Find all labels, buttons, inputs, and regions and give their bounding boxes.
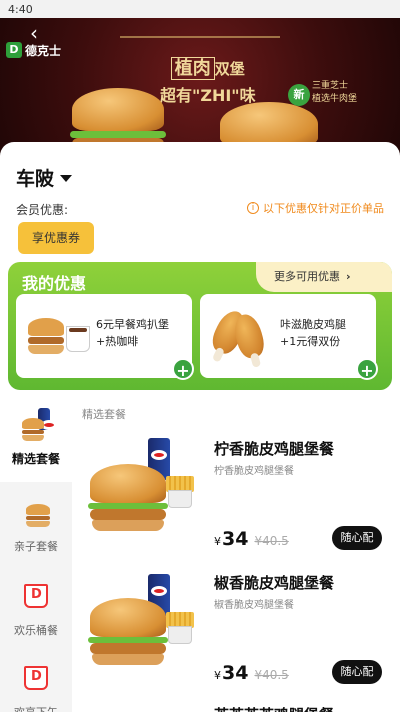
coupon-line: 咔滋脆皮鸡腿 — [280, 318, 346, 331]
badge-line: 三重芝士 — [312, 81, 349, 91]
meal-combo-icon — [20, 408, 57, 441]
more-deals-label: 更多可用优惠 — [274, 270, 340, 283]
coffee-cup-image — [66, 326, 90, 352]
customize-button[interactable]: 随心配 — [332, 526, 382, 550]
current-price: 34 — [222, 528, 249, 550]
coupon-line: 6元早餐鸡扒堡 — [96, 318, 169, 331]
product-subtitle: 椒香脆皮鸡腿堡餐 — [214, 600, 294, 611]
headline-small: 双堡 — [214, 60, 245, 78]
product-price: ¥ 34 ¥40.5 — [214, 528, 289, 550]
brand-logo: D 德克士 — [6, 40, 61, 60]
sidebar-label: 亲子套餐 — [14, 540, 58, 553]
category-sidebar: 精选套餐 亲子套餐 欢乐桶餐 欢享下午 — [0, 398, 72, 712]
sidebar-label: 精选套餐 — [11, 452, 60, 466]
headline-boxed: 植肉 — [170, 57, 215, 80]
product-card[interactable]: 柠香脆皮鸡腿堡餐 柠香脆皮鸡腿堡餐 ¥ 34 ¥40.5 随心配 — [82, 438, 392, 578]
discount-notice: i 以下优惠仅针对正价单品 — [247, 200, 384, 216]
member-label: 会员优惠: — [16, 203, 69, 217]
product-image — [86, 438, 202, 548]
product-name: 椒香脆皮鸡腿堡餐 — [214, 574, 335, 592]
product-price: ¥ 34 ¥40.5 — [214, 662, 289, 684]
store-name: 车陂 — [16, 168, 55, 190]
brand-mark-icon: D — [6, 42, 22, 58]
sidebar-item-family-meals[interactable]: 亲子套餐 — [0, 490, 72, 570]
plus-icon: + — [360, 361, 374, 380]
sidebar-item-set-meals[interactable]: 精选套餐 — [0, 402, 72, 482]
product-card[interactable]: 椒香脆皮鸡腿堡餐 椒香脆皮鸡腿堡餐 ¥ 34 ¥40.5 随心配 — [82, 572, 392, 712]
order-sheet: 车陂 会员优惠: i 以下优惠仅针对正价单品 享优惠券 我的优惠 更多可用优惠 ›… — [0, 142, 400, 712]
status-bar: 4:40 — [0, 0, 400, 18]
info-icon: i — [247, 202, 259, 214]
coupon-line: +热咖啡 — [96, 335, 139, 348]
product-name: 柠香脆皮鸡腿堡餐 — [214, 440, 335, 458]
original-price: ¥40.5 — [254, 534, 289, 548]
new-product-badge: 新 三重芝士 植选牛肉堡 — [288, 76, 388, 132]
bucket-icon — [20, 580, 52, 612]
brand-name: 德克士 — [25, 43, 62, 58]
product-name: 芙芙芙芙鸡腿堡餐 — [214, 704, 334, 712]
banner-decoration — [120, 36, 280, 56]
burger-image — [28, 318, 64, 354]
coupon-line: +1元得双份 — [280, 335, 341, 348]
banner-headline: 植肉 双堡 超有"ZHI"味 — [160, 54, 256, 106]
plus-icon: + — [176, 361, 190, 380]
current-price: 34 — [222, 662, 249, 684]
product-image — [86, 572, 202, 682]
customize-button[interactable]: 随心配 — [332, 660, 382, 684]
sidebar-label: 欢享下午 — [0, 704, 72, 712]
status-time: 4:40 — [8, 3, 33, 16]
badge-new: 新 — [288, 84, 310, 106]
family-meal-icon — [20, 496, 52, 528]
section-label: 精选套餐 — [82, 408, 126, 421]
add-coupon-button[interactable]: + — [356, 358, 378, 380]
currency-symbol: ¥ — [214, 669, 221, 682]
add-coupon-button[interactable]: + — [172, 358, 194, 380]
afternoon-tea-icon — [20, 662, 52, 694]
coupon-card[interactable]: 咔滋脆皮鸡腿 +1元得双份 + — [200, 294, 378, 380]
notice-text: 以下优惠仅针对正价单品 — [263, 202, 384, 215]
my-deals-panel: 我的优惠 更多可用优惠 › 6元早餐鸡扒堡 +热咖啡 + 咔滋脆皮鸡腿 +1元得双… — [8, 262, 392, 390]
enjoy-coupon-button[interactable]: 享优惠券 — [18, 222, 94, 254]
store-selector[interactable]: 车陂 — [16, 164, 73, 191]
original-price: ¥40.5 — [254, 668, 289, 682]
more-deals-link[interactable]: 更多可用优惠 › — [256, 262, 392, 292]
product-subtitle: 柠香脆皮鸡腿堡餐 — [214, 466, 294, 477]
deals-title: 我的优惠 — [22, 274, 87, 293]
sidebar-item-afternoon[interactable]: 欢享下午 — [0, 656, 72, 712]
sidebar-label: 欢乐桶餐 — [14, 624, 58, 637]
currency-symbol: ¥ — [214, 535, 221, 548]
badge-line: 植选牛肉堡 — [312, 94, 358, 104]
coupon-card[interactable]: 6元早餐鸡扒堡 +热咖啡 + — [16, 294, 194, 380]
sidebar-item-bucket-meals[interactable]: 欢乐桶餐 — [0, 574, 72, 654]
caret-down-icon — [60, 175, 73, 182]
chevron-right-icon: › — [346, 270, 351, 283]
